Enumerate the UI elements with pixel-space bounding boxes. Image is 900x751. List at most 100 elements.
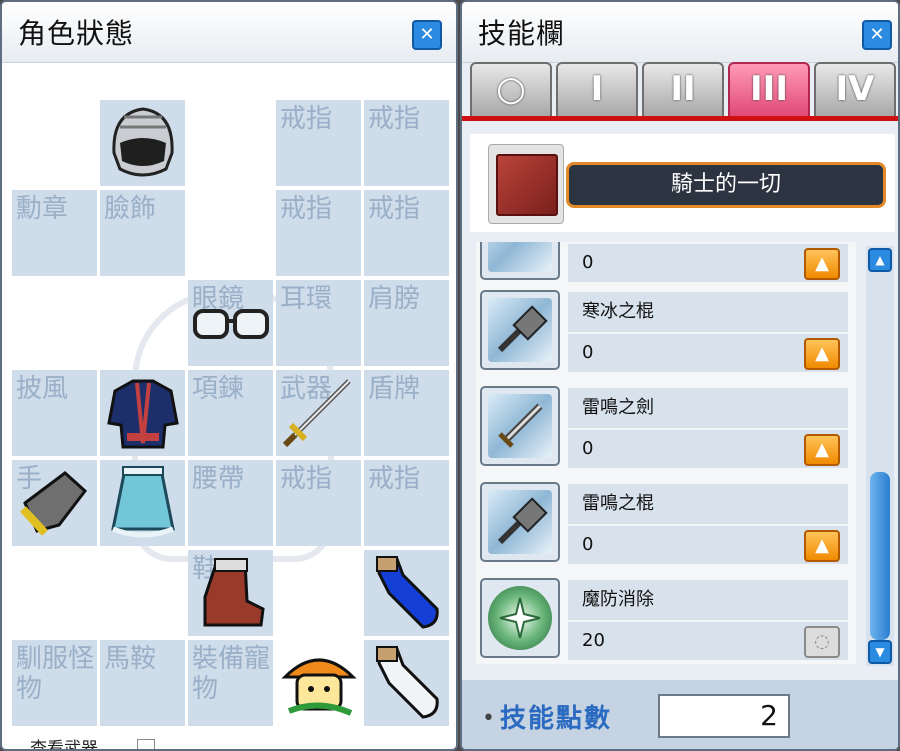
boot-icon [188, 550, 273, 636]
level-up-button[interactable]: ▲ [804, 248, 840, 280]
tab-underline [462, 116, 898, 121]
sword-icon [276, 370, 361, 456]
skirt-icon [100, 460, 185, 546]
slot-label: 耳環 [280, 284, 333, 314]
helmet-icon [100, 100, 185, 186]
slot-glove[interactable]: 手 [12, 460, 97, 546]
skill-row[interactable]: 魔防消除 20 ◌ [476, 574, 854, 664]
slot-weapon[interactable]: 武器 [276, 370, 361, 456]
scroll-down-icon[interactable]: ▼ [868, 640, 892, 664]
slot-pet-2[interactable] [276, 640, 361, 726]
slot-label: 盾牌 [368, 374, 421, 404]
tab-beginner[interactable]: ○ [470, 62, 552, 116]
level-up-button[interactable]: ▲ [804, 530, 840, 562]
slot-ring-3[interactable]: 戒指 [276, 190, 361, 276]
slot-pet-equip[interactable]: 裝備寵物 [188, 640, 273, 726]
slot-label: 馴服怪物 [16, 644, 95, 704]
slot-medal[interactable]: 勳章 [12, 190, 97, 276]
slot-label: 馬鞍 [104, 644, 157, 674]
slot-hat[interactable] [100, 100, 185, 186]
skill-row[interactable]: 寒冰之棍 0 ▲ [476, 286, 854, 376]
slot-label: 戒指 [280, 464, 333, 494]
slot-ring-4[interactable]: 戒指 [364, 190, 449, 276]
skill-list: 0 ▲ 寒冰之棍 0 ▲ 雷鳴之劍 0 ▲ 雷鳴之棍 0 ▲ 魔防消除 20 ◌ [476, 242, 856, 664]
slot-necklace[interactable]: 項鍊 [188, 370, 273, 456]
slot-pet-1[interactable] [364, 550, 449, 636]
skill-name: 雷鳴之棍 [568, 484, 848, 524]
slot-shoulder[interactable]: 肩膀 [364, 280, 449, 366]
slot-label: 裝備寵物 [192, 644, 271, 704]
close-icon[interactable]: ✕ [412, 20, 442, 50]
book-icon [488, 144, 564, 224]
skill-titlebar[interactable]: 技能欄 ✕ [462, 2, 898, 63]
slot-label: 腰帶 [192, 464, 245, 494]
skill-title: 技能欄 [478, 17, 566, 50]
glasses-icon [188, 280, 273, 366]
equipment-grid: 戒指 戒指 勳章 臉飾 戒指 戒指 眼鏡 耳環 肩膀 披風 項鍊 武器 盾牌 手… [12, 100, 452, 732]
view-weapon-label: 查看武器 [30, 739, 98, 751]
equipment-title: 角色狀態 [18, 17, 135, 50]
slot-face[interactable]: 臉飾 [100, 190, 185, 276]
slot-ring-1[interactable]: 戒指 [276, 100, 361, 186]
ice-mace-icon [480, 290, 560, 370]
skill-scrollbar[interactable]: ▲ ▼ [866, 246, 894, 666]
close-icon[interactable]: ✕ [862, 20, 892, 50]
slot-cape[interactable]: 披風 [12, 370, 97, 456]
skill-row[interactable]: 0 ▲ [476, 242, 854, 286]
slot-shoe[interactable]: 鞋 [188, 550, 273, 636]
view-weapon-checkbox[interactable] [137, 739, 155, 749]
slot-top[interactable] [100, 370, 185, 456]
armor-icon [100, 370, 185, 456]
thunder-mace-icon [480, 482, 560, 562]
skill-points-value: 2 [658, 694, 790, 738]
skill-points-label: 技能點數 [500, 704, 613, 734]
equipment-titlebar[interactable]: 角色狀態 ✕ [2, 2, 456, 63]
thunder-sword-icon [480, 386, 560, 466]
slot-mount[interactable]: 馴服怪物 [12, 640, 97, 726]
tab-job-4[interactable]: IV [814, 62, 896, 116]
scroll-up-icon[interactable]: ▲ [868, 248, 892, 272]
skill-row[interactable]: 雷鳴之劍 0 ▲ [476, 382, 854, 472]
mushroom-pet-icon [276, 640, 361, 726]
slot-eye[interactable]: 眼鏡 [188, 280, 273, 366]
slot-shield[interactable]: 盾牌 [364, 370, 449, 456]
slot-label: 戒指 [368, 194, 421, 224]
skill-name: 寒冰之棍 [568, 292, 848, 332]
slot-label: 臉飾 [104, 194, 157, 224]
slot-label: 戒指 [280, 104, 333, 134]
skill-row[interactable]: 雷鳴之棍 0 ▲ [476, 478, 854, 568]
slot-bottom[interactable] [100, 460, 185, 546]
slot-ring-5[interactable]: 戒指 [276, 460, 361, 546]
tab-job-2[interactable]: II [642, 62, 724, 116]
skill-icon [480, 242, 560, 280]
slot-pet-3[interactable] [364, 640, 449, 726]
level-up-button[interactable]: ▲ [804, 434, 840, 466]
slot-label: 肩膀 [368, 284, 421, 314]
skill-name: 雷鳴之劍 [568, 388, 848, 428]
slot-saddle[interactable]: 馬鞍 [100, 640, 185, 726]
equipment-window: 角色狀態 ✕ 戒指 戒指 勳章 臉飾 戒指 戒指 眼鏡 耳環 肩膀 披風 項鍊 … [0, 0, 458, 751]
slot-ring-6[interactable]: 戒指 [364, 460, 449, 546]
skill-points-bar: • 技能點數 2 [462, 680, 898, 749]
job-header: 騎士的一切 [470, 134, 895, 232]
slot-belt[interactable]: 腰帶 [188, 460, 273, 546]
slot-earring[interactable]: 耳環 [276, 280, 361, 366]
level-up-button[interactable]: ▲ [804, 338, 840, 370]
tab-job-1[interactable]: I [556, 62, 638, 116]
job-name: 騎士的一切 [566, 162, 886, 208]
slot-ring-2[interactable]: 戒指 [364, 100, 449, 186]
skill-tabs: ○ I II III IV [470, 62, 898, 120]
slot-label: 戒指 [368, 464, 421, 494]
glove-icon [12, 460, 97, 546]
slot-label: 項鍊 [192, 374, 245, 404]
blue-potion-icon [364, 550, 449, 636]
tab-job-3[interactable]: III [728, 62, 810, 116]
slot-label: 戒指 [368, 104, 421, 134]
scroll-thumb[interactable] [870, 472, 890, 640]
skill-window: 技能欄 ✕ ○ I II III IV 騎士的一切 0 ▲ 寒冰之棍 0 ▲ 雷… [460, 0, 900, 751]
slot-label: 戒指 [280, 194, 333, 224]
level-up-button-disabled[interactable]: ◌ [804, 626, 840, 658]
magic-crash-icon [480, 578, 560, 658]
white-potion-icon [364, 640, 449, 726]
skill-name: 魔防消除 [568, 580, 848, 620]
